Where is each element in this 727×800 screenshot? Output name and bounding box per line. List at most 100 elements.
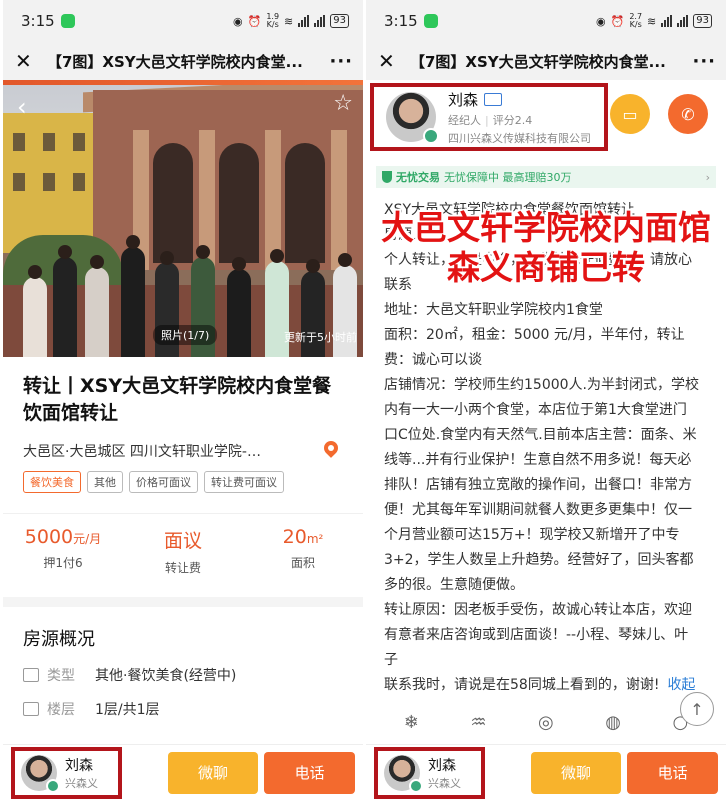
stat-area: 20m² 面积 xyxy=(282,526,324,570)
key-stats: 5000元/月 押1付6 面议 转让费 20m² 面积 xyxy=(3,513,363,589)
desc-line: 内有一大一小两个食堂，本店位于第1大食堂进门 xyxy=(384,402,687,418)
wechat-notification-icon xyxy=(423,14,438,28)
agent-name: 刘森 xyxy=(448,90,479,109)
property-floor-row: 楼层 1层/共1层 xyxy=(3,685,363,719)
call-button[interactable]: 电话 xyxy=(627,751,719,794)
pipe-icon: ♒ xyxy=(470,712,487,733)
stairs-icon xyxy=(23,702,39,716)
agent-card[interactable]: 刘森 兴森义 xyxy=(374,746,485,799)
scroll-top-icon[interactable]: ↑ xyxy=(680,692,714,726)
desc-line: 线等...并有行业保护！生意自然不用多说！每天必 xyxy=(384,452,692,468)
title-bar: ✕ 【7图】XSY大邑文轩学院校内食堂... ··· xyxy=(3,42,363,80)
wifi-icon: ≋ xyxy=(647,14,657,28)
desc-line: 个月营业额可达15万+！现学校又新增开了中专 xyxy=(384,527,680,543)
phone-icon[interactable]: ✆ xyxy=(668,94,708,134)
desc-line: 排队！店铺有独立宽敞的操作间，出餐口！非常方 xyxy=(384,477,692,493)
listing-title: 转让丨XSY大邑文轩学院校内食堂餐饮面馆转让 xyxy=(23,375,332,424)
desc-line: 子 xyxy=(384,652,398,668)
chat-button[interactable]: 微聊 xyxy=(530,751,622,794)
yellow-building xyxy=(3,113,99,253)
more-icon[interactable]: ··· xyxy=(692,51,716,72)
property-type-row: 类型 其他·餐饮美食(经营中) xyxy=(3,651,363,685)
signal-icon xyxy=(298,15,310,27)
net-speed: 2.7 K/s xyxy=(629,12,643,29)
chat-button[interactable]: 微聊 xyxy=(167,751,259,794)
verified-badge-icon xyxy=(409,778,423,793)
agent-card[interactable]: 刘森 兴森义 xyxy=(11,746,122,799)
close-icon[interactable]: ✕ xyxy=(15,49,43,73)
left-screen: 3:15 ◉ ⏰ 1.9 K/s ≋ 93 ✕ 【7图】XSY大邑文轩学院校内食… xyxy=(3,0,363,800)
tag: 其他 xyxy=(87,471,123,493)
updated-time: 更新于5小时前 xyxy=(284,331,357,344)
agent-name: 刘森 xyxy=(65,757,93,774)
tag: 转让费可面议 xyxy=(204,471,284,493)
tag: 价格可面议 xyxy=(129,471,198,493)
desc-line: 多的很。生意随便做。 xyxy=(384,577,524,593)
collapse-link[interactable]: 收起 xyxy=(667,677,695,693)
signal-icon xyxy=(661,15,673,27)
desc-line: 地址：大邑文轩职业学院校内1食堂 xyxy=(384,302,603,318)
avatar xyxy=(21,754,60,793)
section-title: 房源概况 xyxy=(23,629,95,650)
alarm-icon: ⏰ xyxy=(247,14,262,28)
agent-company: 四川兴森义传媒科技有限公司 xyxy=(448,131,591,145)
status-bar: 3:15 ◉ ⏰ 1.9 K/s ≋ 93 xyxy=(3,0,363,42)
contact-line: 联系我时，请说是在58同城上看到的，谢谢! 收起 xyxy=(384,677,696,693)
tag-list: 餐饮美食 其他 价格可面议 转让费可面议 xyxy=(23,471,343,493)
bottom-action-bar: 刘森 兴森义 微聊 电话 xyxy=(3,744,363,800)
page-title: 【7图】XSY大邑文轩学院校内食堂... xyxy=(47,52,303,71)
more-icon[interactable]: ··· xyxy=(329,51,353,72)
favorite-star-icon[interactable]: ☆ xyxy=(333,91,353,116)
listing-address: 大邑区·大邑城区 四川文轩职业学院-… xyxy=(23,444,261,460)
agent-name: 刘森 xyxy=(428,757,456,774)
agent-card-highlight[interactable]: 刘森 经纪人 | 评分2.4 四川兴森义传媒科技有限公司 xyxy=(370,83,608,151)
stat-transfer-fee: 面议 转让费 xyxy=(163,530,202,575)
desc-line: 面积：20㎡，租金：5000 元/月，半年付，转让 xyxy=(384,327,685,343)
desc-line: 费：诚心可以谈 xyxy=(384,352,482,368)
desc-line: 有意者来店咨询或到店面谈！--小程、琴妹儿、叶 xyxy=(384,627,689,643)
tag: 餐饮美食 xyxy=(23,471,81,493)
battery-icon: 93 xyxy=(330,14,349,28)
desc-line: 便！尤其每年军训期间就餐人数更多更集中！仅一 xyxy=(384,502,692,518)
overlay-stamp-text: 大邑文轩学院校内面馆 森义商铺已转 xyxy=(381,208,711,287)
chat-bubble-icon[interactable]: ▭ xyxy=(610,94,650,134)
gas-icon: ◎ xyxy=(538,712,554,733)
store-icon xyxy=(23,668,39,682)
avatar xyxy=(384,754,423,793)
map-pin-icon[interactable] xyxy=(321,438,341,461)
close-icon[interactable]: ✕ xyxy=(378,49,406,73)
shield-icon xyxy=(382,171,392,183)
clock: 3:15 xyxy=(21,12,55,30)
status-bar: 3:15 ◉ ⏰ 2.7 K/s ≋ 93 xyxy=(366,0,726,42)
agent-company: 兴森义 xyxy=(65,776,98,790)
clock: 3:15 xyxy=(384,12,418,30)
signal-icon-2 xyxy=(314,15,326,27)
address-row[interactable]: 大邑区·大邑城区 四川文轩职业学院-… xyxy=(23,438,343,461)
listing-photo[interactable]: ‹ ☆ 照片(1/7) 更新于5小时前 xyxy=(3,85,363,357)
net-speed: 1.9 K/s xyxy=(266,12,280,29)
snowflake-icon: ❄ xyxy=(403,712,419,733)
person-icon: ◍ xyxy=(605,712,621,733)
desc-line: 3+2，学生人数呈上升趋势。经营好了，回头客都 xyxy=(384,552,694,568)
eye-icon: ◉ xyxy=(596,14,606,28)
chevron-right-icon: › xyxy=(705,170,710,184)
call-button[interactable]: 电话 xyxy=(264,751,356,794)
right-screen: 3:15 ◉ ⏰ 2.7 K/s ≋ 93 ✕ 【7图】XSY大邑文轩学院校内食… xyxy=(366,0,726,800)
wifi-icon: ≋ xyxy=(284,14,294,28)
desc-line: 口C位处.食堂内有天然气.目前本店主营：面条、米 xyxy=(384,427,697,443)
title-bar: ✕ 【7图】XSY大邑文轩学院校内食堂... ··· xyxy=(366,42,726,80)
bottom-action-bar: 刘森 兴森义 微聊 电话 xyxy=(366,744,726,800)
desc-line: 转让原因：因老板手受伤，故诚心转让本店，欢迎 xyxy=(384,602,692,618)
guarantee-banner[interactable]: 无忧交易 无忧保障中 最高理赔30万 › xyxy=(376,166,716,188)
wechat-notification-icon xyxy=(60,14,75,28)
eye-icon: ◉ xyxy=(233,14,243,28)
verified-badge-icon xyxy=(46,778,60,793)
agent-rating: 评分2.4 xyxy=(492,113,533,127)
avatar xyxy=(386,92,439,144)
stat-rent: 5000元/月 押1付6 xyxy=(24,526,102,570)
verified-badge-icon xyxy=(423,128,439,144)
signal-icon-2 xyxy=(677,15,689,27)
feature-icon-row: ❄ ♒ ◎ ◍ ○ xyxy=(366,698,726,733)
back-arrow-icon[interactable]: ‹ xyxy=(17,93,27,121)
agent-company: 兴森义 xyxy=(428,776,461,790)
